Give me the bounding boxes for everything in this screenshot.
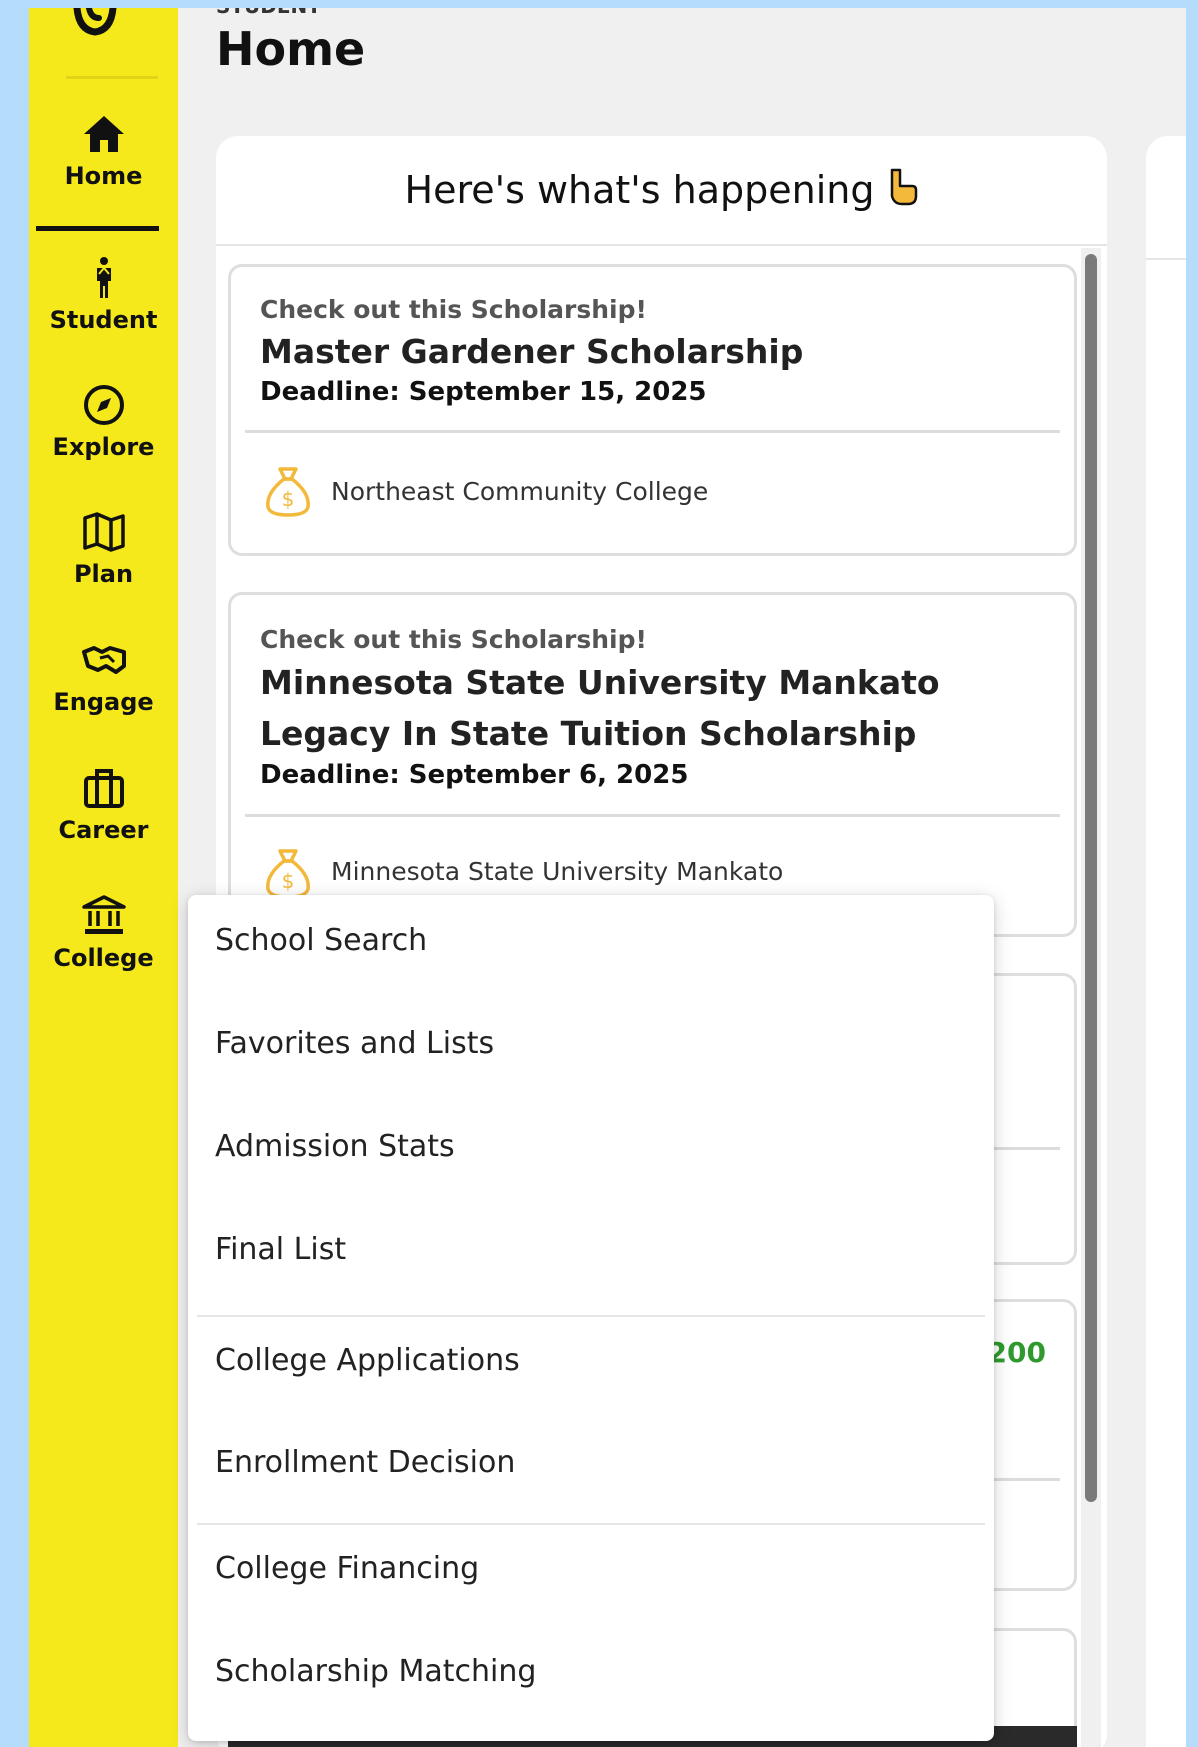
feed-header-title: Here's what's happening [404, 168, 875, 212]
sidebar-item-label: Home [64, 162, 143, 190]
scholarship-card[interactable]: Check out this Scholarship! Minnesota St… [228, 592, 1077, 937]
money-bag-icon: $ [260, 845, 316, 901]
menu-item-scholarship-matching[interactable]: Scholarship Matching [188, 1626, 994, 1716]
app-window: Home Student Explore Plan Engage Career … [29, 8, 1186, 1747]
sidebar-item-label: College [53, 944, 154, 972]
menu-item-favorites-and-lists[interactable]: Favorites and Lists [188, 998, 994, 1088]
sidebar: Home Student Explore Plan Engage Career … [29, 8, 178, 1747]
card-deadline: Deadline: September 15, 2025 [260, 377, 707, 407]
sidebar-item-label: Explore [52, 433, 155, 461]
money-bag-icon: $ [260, 463, 316, 519]
sidebar-item-student[interactable]: Student [29, 254, 178, 334]
sidebar-item-college[interactable]: College [29, 892, 178, 972]
svg-text:$: $ [282, 869, 295, 893]
sidebar-item-label: Engage [53, 688, 154, 716]
menu-item-school-search[interactable]: School Search [188, 895, 994, 985]
card-deadline: Deadline: September 6, 2025 [260, 760, 689, 790]
sidebar-item-career[interactable]: Career [29, 764, 178, 844]
handshake-icon [80, 636, 128, 684]
sidebar-item-plan[interactable]: Plan [29, 508, 178, 588]
sidebar-item-label: Plan [73, 560, 134, 588]
page-kicker: STUDENT [216, 8, 321, 18]
sidebar-item-label: Career [58, 816, 149, 844]
feed-header: Here's what's happening [216, 136, 1107, 246]
person-icon [80, 254, 128, 302]
menu-item-admission-stats[interactable]: Admission Stats [188, 1101, 994, 1191]
card-organization: Minnesota State University Mankato [331, 857, 784, 886]
menu-item-college-financing[interactable]: College Financing [188, 1523, 994, 1613]
sidebar-item-explore[interactable]: Explore [29, 381, 178, 461]
menu-item-final-list[interactable]: Final List [188, 1204, 994, 1294]
scholarship-card[interactable]: Check out this Scholarship! Master Garde… [228, 264, 1077, 556]
right-panel-divider [1146, 258, 1186, 260]
sidebar-item-home[interactable]: Home [29, 110, 178, 190]
card-kicker: Check out this Scholarship! [260, 625, 647, 654]
card-divider [245, 814, 1060, 817]
app-logo[interactable] [65, 8, 125, 38]
compass-icon [80, 381, 128, 429]
card-title[interactable]: Minnesota State University Mankato Legac… [260, 657, 1034, 759]
sidebar-item-label: Student [49, 306, 158, 334]
card-organization: Northeast Community College [331, 477, 709, 506]
sidebar-item-engage[interactable]: Engage [29, 636, 178, 716]
menu-item-enrollment-decision[interactable]: Enrollment Decision [188, 1417, 994, 1507]
right-panel [1146, 136, 1186, 1747]
menu-item-college-applications[interactable]: College Applications [188, 1315, 994, 1405]
card-divider [245, 430, 1060, 433]
card-title[interactable]: Master Gardener Scholarship [260, 326, 1034, 377]
logo-divider [66, 76, 158, 79]
active-indicator [36, 226, 159, 231]
college-menu: School Search Favorites and Lists Admiss… [188, 895, 994, 1741]
page-title: Home [216, 22, 366, 76]
pointing-hand-icon [886, 166, 918, 215]
bank-icon [80, 892, 128, 940]
feed-scrollbar-thumb[interactable] [1085, 254, 1097, 1502]
card-kicker: Check out this Scholarship! [260, 295, 647, 324]
map-icon [80, 508, 128, 556]
home-icon [80, 110, 128, 158]
svg-text:$: $ [282, 487, 295, 511]
briefcase-icon [80, 764, 128, 812]
